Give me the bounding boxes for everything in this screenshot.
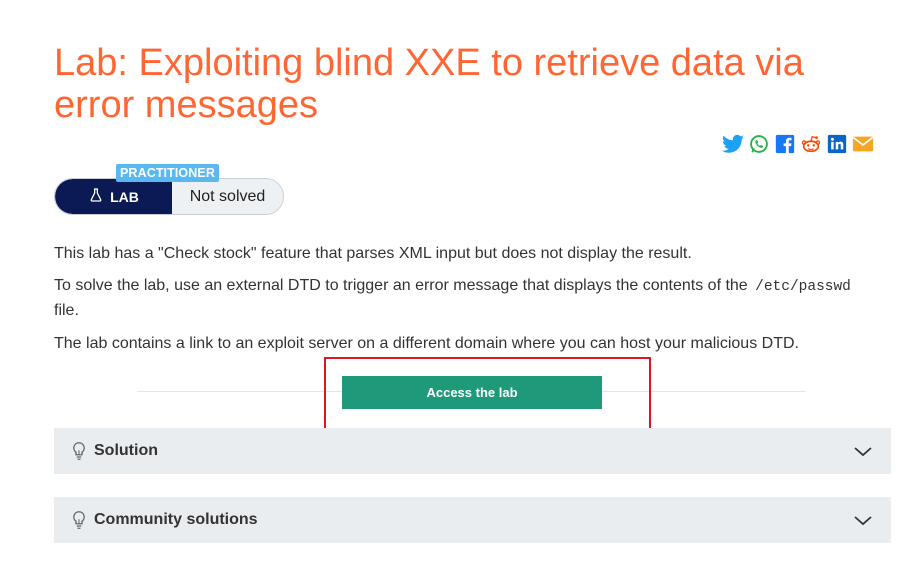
accordion-label: Community solutions	[94, 511, 258, 528]
accordion-label: Solution	[94, 442, 158, 459]
lab-label: LAB	[110, 188, 139, 205]
lightbulb-icon	[70, 441, 88, 461]
linkedin-icon[interactable]	[826, 133, 848, 155]
page-title: Lab: Exploiting blind XXE to retrieve da…	[54, 42, 804, 126]
accordion-community-solutions[interactable]: Community solutions	[54, 497, 891, 543]
description-text: file.	[54, 302, 79, 319]
access-lab-button[interactable]: Access the lab	[342, 376, 602, 409]
lab-status-pill: LAB Not solved	[54, 178, 284, 215]
whatsapp-icon[interactable]	[748, 133, 770, 155]
chevron-down-icon[interactable]	[853, 442, 873, 460]
flask-icon	[88, 187, 104, 206]
level-badge: PRACTITIONER	[116, 164, 219, 182]
accordion-solution[interactable]: Solution	[54, 428, 891, 474]
lightbulb-icon	[70, 510, 88, 530]
description-text: To solve the lab, use an external DTD to…	[54, 277, 748, 294]
status-badge: Not solved	[172, 179, 283, 214]
description-paragraph-3: The lab contains a link to an exploit se…	[54, 335, 799, 352]
lab-type-segment: LAB	[55, 179, 172, 214]
facebook-icon[interactable]	[774, 133, 796, 155]
share-bar	[722, 133, 874, 155]
email-icon[interactable]	[852, 133, 874, 155]
description-paragraph-2: To solve the lab, use an external DTD to…	[54, 274, 874, 323]
reddit-icon[interactable]	[800, 133, 822, 155]
twitter-icon[interactable]	[722, 133, 744, 155]
description-paragraph-1: This lab has a "Check stock" feature tha…	[54, 245, 692, 262]
file-path-code: /etc/passwd	[755, 279, 851, 295]
chevron-down-icon[interactable]	[853, 511, 873, 529]
